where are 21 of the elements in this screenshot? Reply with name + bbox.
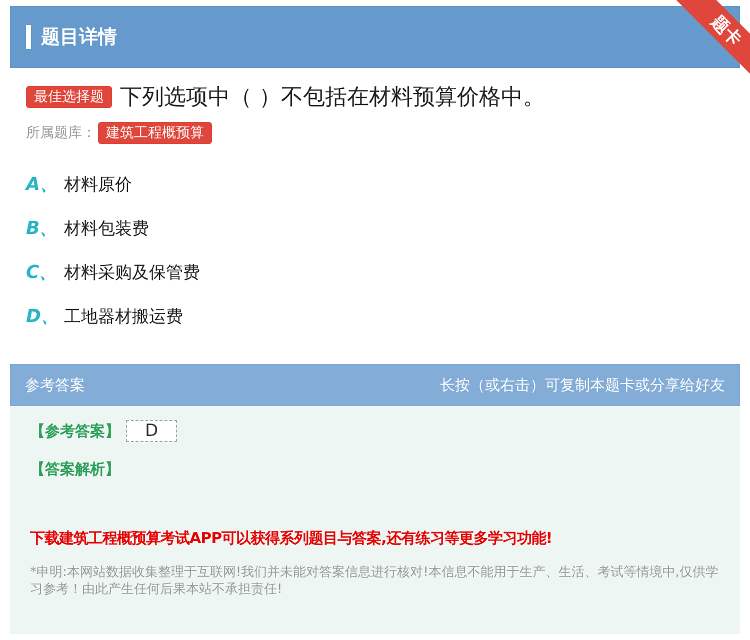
accent-bar — [26, 25, 31, 49]
option-text: 工地器材搬运费 — [64, 306, 183, 328]
option-text: 材料采购及保管费 — [64, 262, 200, 284]
analysis-label: 【答案解析】 — [30, 460, 121, 479]
bank-label: 所属题库： — [26, 124, 96, 142]
option-text: 材料包装费 — [64, 218, 149, 240]
question-type-tag: 最佳选择题 — [26, 86, 112, 108]
question-text: 下列选项中（ ）不包括在材料预算价格中。 — [120, 84, 545, 112]
option-letter: D、 — [26, 305, 54, 328]
option-letter: B、 — [26, 217, 54, 240]
answer-title: 参考答案 — [25, 376, 85, 394]
option-text: 材料原价 — [64, 174, 132, 196]
promo-text: 下载建筑工程概预算考试APP可以获得系列题目与答案,还有练习等更多学习功能! — [30, 529, 554, 548]
disclaimer-text: *申明:本网站数据收集整理于互联网!我们并未能对答案信息进行核对!本信息不能用于生产、生活、考试等情境中,仅供学习参考！由此产生任何后果本站不承担责任! — [30, 564, 720, 598]
section-title: 题目详情 — [41, 25, 117, 50]
bank-tag[interactable]: 建筑工程概预算 — [98, 122, 212, 144]
option-letter: C、 — [26, 261, 54, 284]
option-letter: A、 — [26, 173, 54, 196]
answer-label: 【参考答案】 — [30, 422, 120, 440]
answer-value: D — [126, 420, 178, 442]
share-hint: 长按（或右击）可复制本题卡或分享给好友 — [440, 376, 725, 394]
